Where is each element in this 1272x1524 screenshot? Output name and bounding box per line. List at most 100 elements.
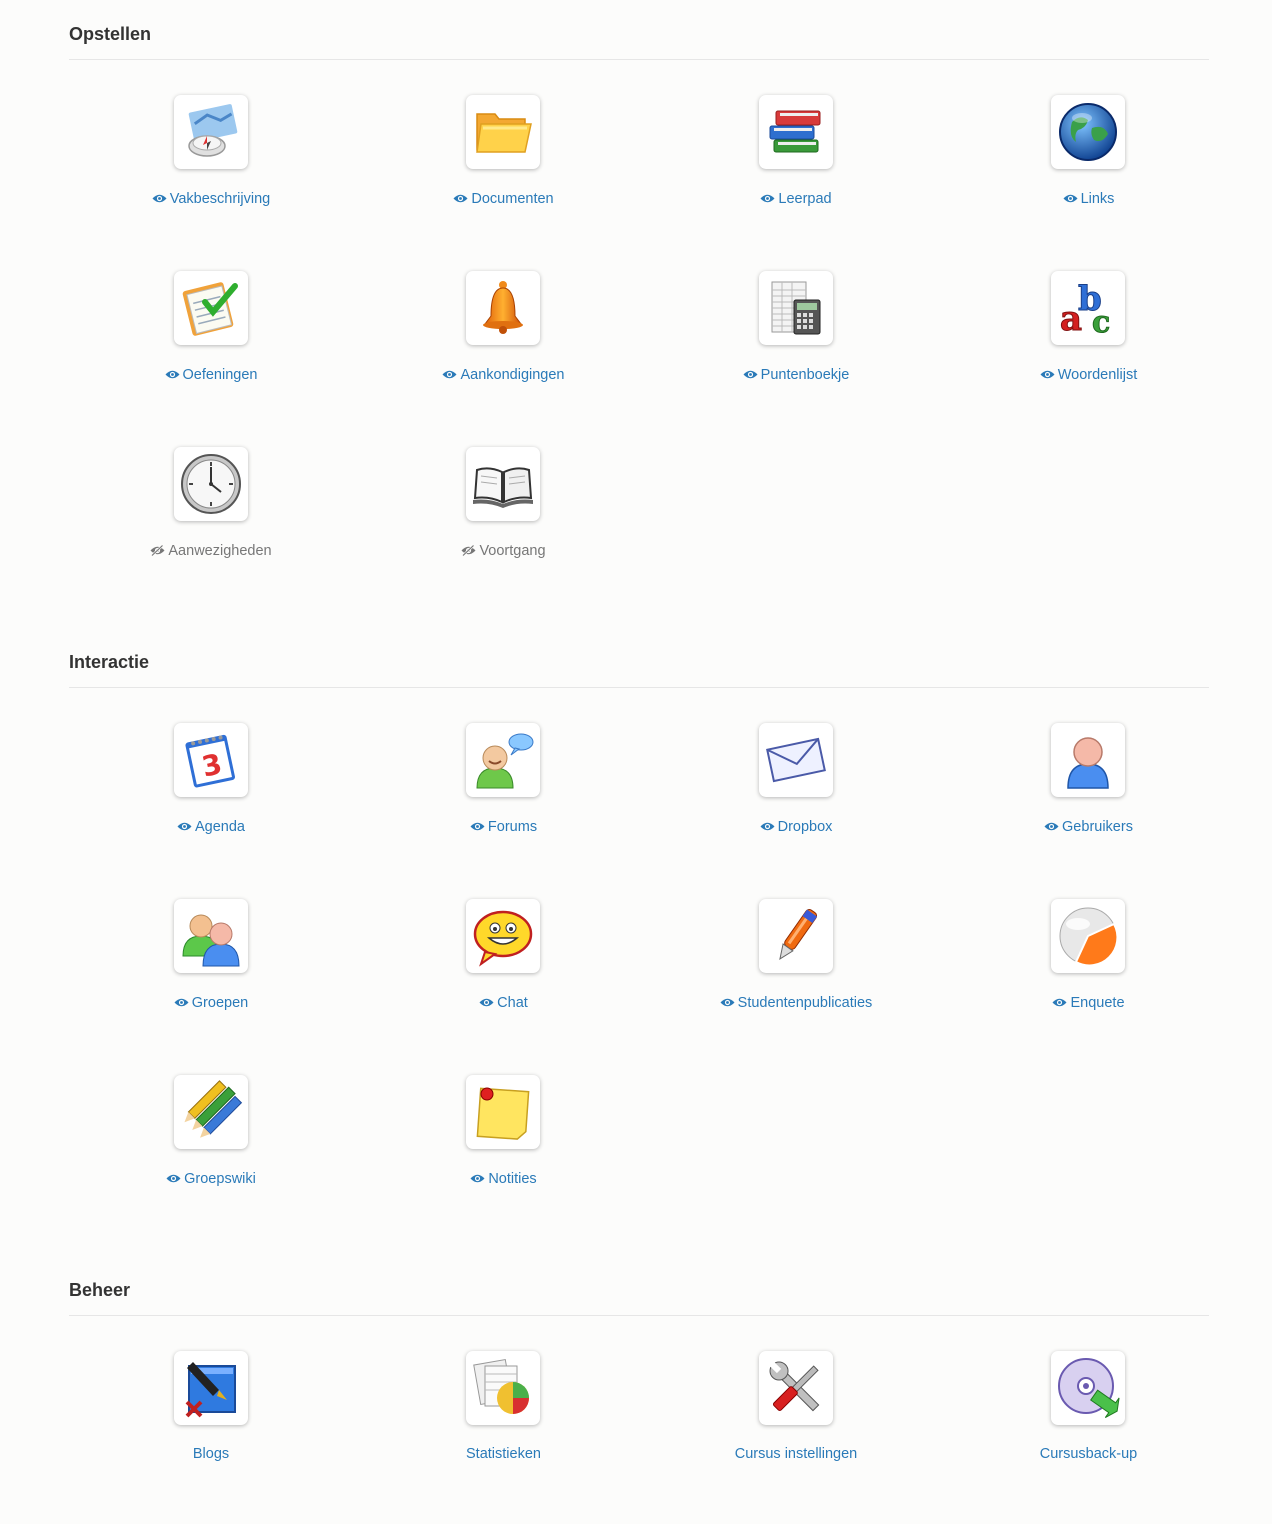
tool-link[interactable]: Oefeningen xyxy=(69,366,354,384)
eye-slash-icon[interactable] xyxy=(150,543,168,559)
eye-icon[interactable] xyxy=(479,995,497,1011)
eye-icon[interactable] xyxy=(470,819,488,835)
tool-label: Links xyxy=(1080,191,1115,207)
sticky-note-icon xyxy=(471,1080,535,1144)
books-icon xyxy=(764,100,828,164)
tool-tile[interactable]: a b c xyxy=(1051,271,1125,345)
tool-tile[interactable] xyxy=(758,95,833,169)
section-beheer: Beheer Blogs Statistieken Cursus instell… xyxy=(69,1276,1209,1462)
tool-tile[interactable] xyxy=(1051,899,1125,973)
tool-tile[interactable] xyxy=(466,1075,540,1149)
eye-icon[interactable] xyxy=(174,995,192,1011)
eye-icon[interactable] xyxy=(1040,367,1058,383)
tool-tile[interactable]: 3 xyxy=(173,723,248,797)
pen-icon xyxy=(764,904,828,968)
survey-icon xyxy=(1056,904,1120,968)
tool-link[interactable]: Cursusback-up xyxy=(946,1445,1231,1463)
tool-label: Cursus instellingen xyxy=(734,1446,858,1462)
eye-slash-icon[interactable] xyxy=(461,543,479,559)
eye-icon[interactable] xyxy=(470,1171,488,1187)
tool-link[interactable]: Gebruikers xyxy=(946,818,1231,836)
tool-tile[interactable] xyxy=(173,1075,248,1149)
tool-tile[interactable] xyxy=(758,1351,833,1425)
eye-icon[interactable] xyxy=(177,819,195,835)
tool-link[interactable]: Puntenboekje xyxy=(654,366,939,384)
tool-tile[interactable] xyxy=(758,271,833,345)
eye-icon[interactable] xyxy=(1044,819,1062,835)
tool-tile[interactable] xyxy=(466,271,540,345)
tool-label: Aankondigingen xyxy=(460,367,565,383)
eye-icon[interactable] xyxy=(1052,995,1070,1011)
tool-tile[interactable] xyxy=(758,723,833,797)
eye-icon[interactable] xyxy=(442,367,460,383)
tool-tile[interactable] xyxy=(466,723,540,797)
tool-tile[interactable] xyxy=(758,899,833,973)
tool-label: Documenten xyxy=(471,191,554,207)
eye-icon[interactable] xyxy=(760,819,778,835)
section-divider xyxy=(69,1315,1209,1316)
tool-link[interactable]: Aankondigingen xyxy=(361,366,646,384)
eye-icon[interactable] xyxy=(165,367,183,383)
tool-label: Studentenpublicaties xyxy=(737,995,873,1011)
tool-link[interactable]: Studentenpublicaties xyxy=(654,994,939,1012)
tool-link[interactable]: Documenten xyxy=(361,190,646,208)
tool-link[interactable]: Forums xyxy=(361,818,646,836)
tool-link[interactable]: Cursus instellingen xyxy=(654,1445,939,1463)
statistics-icon xyxy=(471,1356,535,1420)
tool-tile[interactable] xyxy=(466,1351,540,1425)
eye-icon[interactable] xyxy=(152,191,170,207)
folder-icon xyxy=(471,100,535,164)
tool-tile[interactable] xyxy=(466,899,540,973)
tool-tile[interactable] xyxy=(173,271,248,345)
tool-label: Leerpad xyxy=(778,191,832,207)
eye-icon[interactable] xyxy=(720,995,738,1011)
group-icon xyxy=(179,904,243,968)
tool-label: Cursusback-up xyxy=(1039,1446,1138,1462)
tool-tile[interactable] xyxy=(173,95,248,169)
eye-icon[interactable] xyxy=(453,191,471,207)
tool-label: Woordenlijst xyxy=(1057,367,1138,383)
tool-label: Dropbox xyxy=(777,819,833,835)
tool-tile[interactable] xyxy=(466,95,540,169)
section-divider xyxy=(69,59,1209,60)
tool-link[interactable]: Groepswiki xyxy=(69,1170,354,1188)
tool-tile[interactable] xyxy=(466,447,540,521)
eye-icon[interactable] xyxy=(743,367,761,383)
tool-link[interactable]: Enquete xyxy=(946,994,1231,1012)
smiley-chat-icon xyxy=(471,904,535,968)
tool-tile[interactable] xyxy=(173,899,248,973)
globe-icon xyxy=(1056,100,1120,164)
tool-tile[interactable] xyxy=(173,447,248,521)
calculator-icon xyxy=(764,276,828,340)
tool-link[interactable]: Dropbox xyxy=(654,818,939,836)
tool-label: Agenda xyxy=(195,819,245,835)
section-interactie: Interactie 3 Agenda Forums Dropbox Gebru… xyxy=(69,648,1209,1187)
tool-tile[interactable] xyxy=(1051,723,1125,797)
tool-label: Forums xyxy=(487,819,538,835)
tool-label: Groepswiki xyxy=(184,1171,256,1187)
tool-link[interactable]: Woordenlijst xyxy=(946,366,1231,384)
tool-tile[interactable] xyxy=(1051,95,1125,169)
tool-link[interactable]: Groepen xyxy=(69,994,354,1012)
section-title: Opstellen xyxy=(69,24,152,44)
tool-link[interactable]: Leerpad xyxy=(654,190,939,208)
tool-link[interactable]: Voortgang xyxy=(361,542,646,560)
tool-link[interactable]: Blogs xyxy=(69,1445,354,1463)
tool-link[interactable]: Statistieken xyxy=(361,1445,646,1463)
tool-tile[interactable] xyxy=(1051,1351,1125,1425)
tool-link[interactable]: Chat xyxy=(361,994,646,1012)
section-title: Interactie xyxy=(69,652,150,672)
tool-link[interactable]: Agenda xyxy=(69,818,354,836)
abc-icon: a b c xyxy=(1056,276,1120,341)
eye-icon[interactable] xyxy=(166,1171,184,1187)
eye-icon[interactable] xyxy=(1063,191,1081,207)
tool-link[interactable]: Vakbeschrijving xyxy=(69,190,354,208)
tool-label: Notities xyxy=(488,1171,537,1187)
section-opstellen: Opstellen Vakbeschrijving Documenten Lee… xyxy=(69,20,1209,559)
tool-label: Oefeningen xyxy=(182,367,258,383)
tool-tile[interactable] xyxy=(173,1351,248,1425)
tool-link[interactable]: Links xyxy=(946,190,1231,208)
tool-link[interactable]: Notities xyxy=(361,1170,646,1188)
tool-link[interactable]: Aanwezigheden xyxy=(69,542,354,560)
eye-icon[interactable] xyxy=(760,191,778,207)
